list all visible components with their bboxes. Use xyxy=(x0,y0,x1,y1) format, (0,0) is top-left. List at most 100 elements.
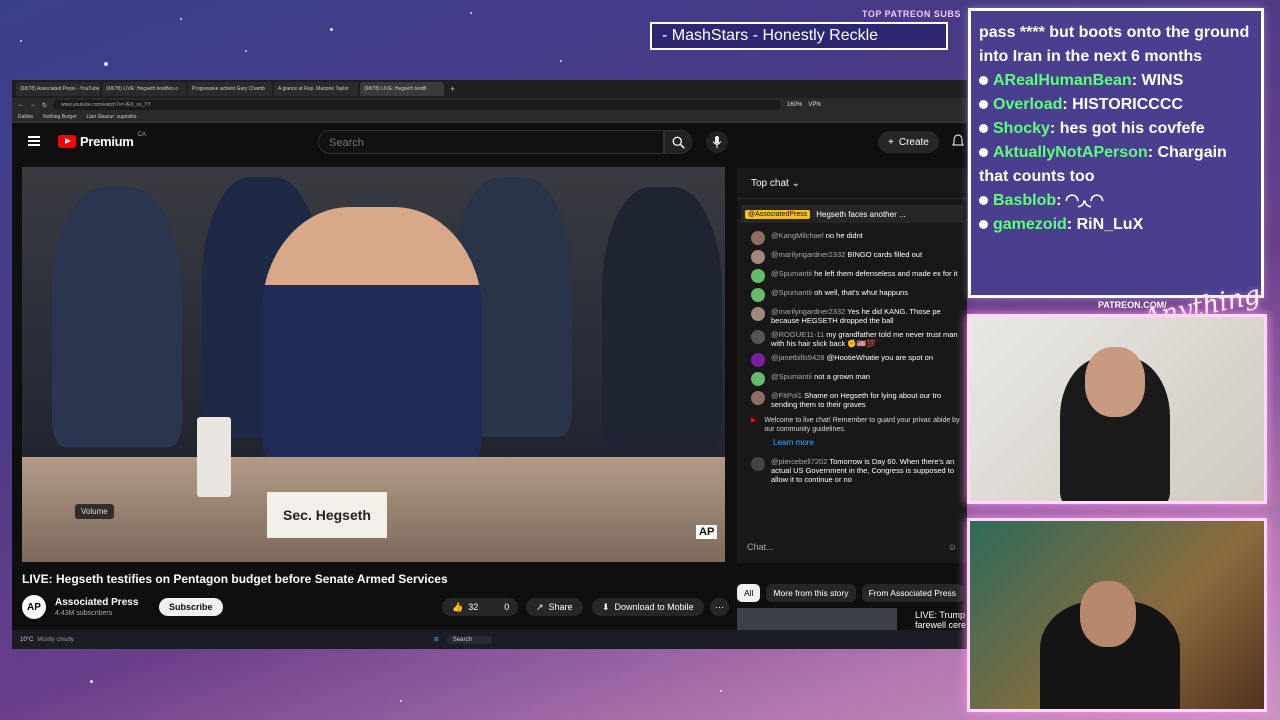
dislike-count[interactable]: 0 xyxy=(504,602,509,612)
chat-author[interactable]: @marilyngardner2332 xyxy=(771,307,845,316)
download-icon: ⬇ xyxy=(602,601,610,612)
chat-text: @HootieWhatie you are spot on xyxy=(826,353,933,362)
reload-icon[interactable]: ↻ xyxy=(42,102,47,109)
chip-all[interactable]: All xyxy=(737,584,761,602)
chat-avatar xyxy=(751,250,765,264)
weather-desc: Mostly cloudy xyxy=(37,636,74,643)
browser-tab[interactable]: A glance at Rep. Marjorie Taylor xyxy=(274,82,358,96)
stream-chat-overlay: pass **** but boots onto the ground into… xyxy=(968,8,1264,298)
bookmark[interactable]: Llan Gbazur: supositio xyxy=(87,114,137,120)
chat-avatar xyxy=(751,353,765,367)
chat-text: not a grown man xyxy=(814,372,870,381)
chip-from-ap[interactable]: From Associated Press xyxy=(861,584,963,602)
voice-search-button[interactable] xyxy=(706,131,728,153)
top-patreon-label: TOP PATREON SUBS xyxy=(862,9,961,19)
create-button[interactable]: + Create xyxy=(878,131,939,153)
stream-chat-line: ARealHumanBean: WINS xyxy=(979,69,1251,93)
stream-chat-text: pass **** but boots onto the ground into… xyxy=(979,24,1250,65)
new-tab-icon[interactable]: + xyxy=(450,84,455,94)
chat-dot-icon xyxy=(979,76,988,86)
weather-temp: 10°C xyxy=(20,636,34,643)
channel-row: AP Associated Press 4.43M subscribers Su… xyxy=(22,593,732,623)
more-actions-button[interactable]: ⋯ xyxy=(710,598,729,616)
share-label: Share xyxy=(548,602,573,612)
browser-tab[interactable]: (68/78) LIVE: Hegseth testifies o xyxy=(102,82,186,96)
forward-icon[interactable]: → xyxy=(30,102,36,108)
emoji-icon[interactable]: ☺ xyxy=(948,542,957,552)
channel-avatar[interactable]: AP xyxy=(22,595,46,619)
stream-chat-user: Shocky xyxy=(993,120,1050,137)
stream-chat-line: AktuallyNotAPerson: Chargain that counts… xyxy=(979,144,1227,185)
coffee-cup xyxy=(197,417,231,497)
browser-tab[interactable]: Progressive activist Gary Chamb xyxy=(188,82,272,96)
chip-more-from-story[interactable]: More from this story xyxy=(766,584,856,602)
pinned-text: Hegseth faces another ... xyxy=(816,209,906,219)
browser-tab[interactable]: (68/78) Associated Press - YouTube xyxy=(16,82,100,96)
learn-more-link[interactable]: Learn more xyxy=(773,438,967,447)
recommendation-chips: All More from this story From Associated… xyxy=(737,584,963,602)
tab-bar: (68/78) Associated Press - YouTube (68/7… xyxy=(12,80,967,98)
chat-avatar xyxy=(751,269,765,283)
search-input[interactable] xyxy=(319,131,631,155)
stream-chat-line: Shocky: hes got his covfefe xyxy=(979,117,1251,141)
volume-tooltip: Volume xyxy=(75,504,114,519)
stream-chat-line: Basblob: ◜◝◞◟◜◝ xyxy=(979,189,1251,213)
chat-dot-icon xyxy=(979,148,988,158)
bookmark[interactable]: Dailies xyxy=(18,114,33,120)
chat-avatar xyxy=(751,391,765,405)
subscribe-button[interactable]: Subscribe xyxy=(159,598,223,616)
channel-name[interactable]: Associated Press xyxy=(55,597,138,608)
chat-message: @marilyngardner2332 Yes he did KANG. Tho… xyxy=(737,305,967,328)
zoom-level[interactable]: 160% xyxy=(787,102,802,108)
chat-author[interactable]: @Spumantii xyxy=(771,372,812,381)
chat-author[interactable]: @ROGUE11-11 xyxy=(771,330,824,339)
chat-message: @janetbills9428 @HootieWhatie you are sp… xyxy=(737,351,967,370)
taskbar-search[interactable]: Search xyxy=(446,635,492,644)
chat-author[interactable]: @marilyngardner2332 xyxy=(771,250,845,259)
like-count: 32 xyxy=(468,602,479,612)
stream-chat-user: Overload xyxy=(993,96,1063,113)
start-icon[interactable]: ⊞ xyxy=(434,636,439,643)
hamburger-menu-icon[interactable] xyxy=(28,136,40,146)
recommended-video[interactable]: LIVE: Trump farewell cere xyxy=(737,608,967,632)
chat-author[interactable]: @FitPol1 xyxy=(771,391,802,400)
share-button[interactable]: ↗ Share xyxy=(526,598,583,616)
vpn-badge[interactable]: VPN xyxy=(808,102,820,108)
chat-author[interactable]: @piercebell7202 xyxy=(771,457,827,466)
logo-text: Premium xyxy=(80,134,134,149)
chat-author[interactable]: @Spumantii xyxy=(771,269,812,278)
chat-input[interactable]: Chat... ☺ xyxy=(747,537,957,557)
chat-mode-dropdown[interactable]: Top chat ⌄ xyxy=(737,168,967,199)
stream-chat-text: hes got his covfefe xyxy=(1055,120,1205,137)
chat-author[interactable]: @Spumantii xyxy=(771,288,812,297)
notifications-bell-icon[interactable] xyxy=(952,134,964,153)
chat-author[interactable]: @KangMilchael xyxy=(771,231,824,240)
marquee-text: - MashStars - Honestly Reckle xyxy=(662,27,879,44)
chat-message: @ROGUE11-11 my grandfather told me never… xyxy=(737,328,967,351)
bookmark[interactable]: Nothing Burger xyxy=(43,114,77,120)
patreon-marquee: - MashStars - Honestly Reckle xyxy=(650,22,948,50)
webcam-host xyxy=(967,314,1267,504)
chevron-down-icon: ⌄ xyxy=(788,177,800,189)
thumbs-up-icon[interactable]: 👍 xyxy=(452,602,463,613)
back-icon[interactable]: ← xyxy=(18,102,24,108)
chat-message: @FitPol1 Shame on Hegseth for lying abou… xyxy=(737,389,967,412)
stream-chat-text: ◜◝◞◟◜◝ xyxy=(1061,192,1104,209)
video-player[interactable]: Sec. Hegseth Volume AP xyxy=(22,167,725,562)
host-head xyxy=(1085,347,1145,417)
stream-chat-line: pass **** but boots onto the ground into… xyxy=(979,21,1251,69)
youtube-play-icon xyxy=(58,135,76,148)
search-button[interactable] xyxy=(664,130,692,154)
download-button[interactable]: ⬇ Download to Mobile xyxy=(592,598,704,616)
webcam-guest xyxy=(967,518,1267,712)
stream-chat-lines: pass **** but boots onto the ground into… xyxy=(979,21,1251,237)
chat-author[interactable]: @janetbills9428 xyxy=(771,353,824,362)
youtube-logo[interactable]: Premium CA xyxy=(58,132,146,149)
pinned-message[interactable]: @AssociatedPress Hegseth faces another .… xyxy=(741,205,963,223)
browser-tab-active[interactable]: (68/78) LIVE: Hegseth testifi xyxy=(360,82,444,96)
stream-chat-user: gamezoid xyxy=(993,216,1067,233)
url-field[interactable]: www.youtube.com/watch?v=-fE0_so_TY xyxy=(53,100,782,110)
chat-dot-icon xyxy=(979,196,988,206)
address-bar-row: ← → ↻ www.youtube.com/watch?v=-fE0_so_TY… xyxy=(12,98,967,112)
chat-text: BINGO cards filled out xyxy=(847,250,923,259)
